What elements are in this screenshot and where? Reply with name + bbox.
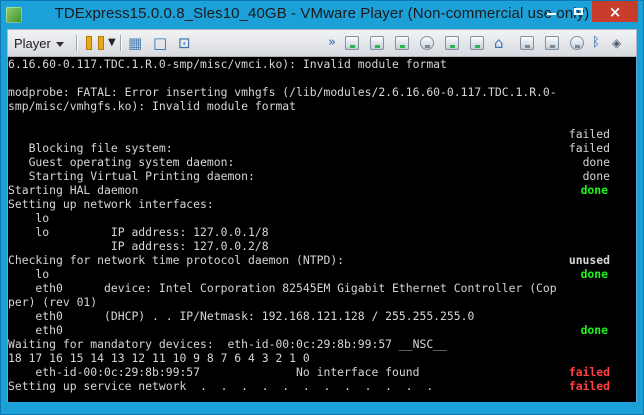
gear-icon[interactable] — [570, 36, 584, 50]
bluetooth-icon[interactable]: ᛒ — [592, 35, 600, 51]
cd-dvd-icon[interactable] — [370, 36, 384, 50]
toolbar-separator — [120, 35, 121, 51]
console-line: IP address: 127.0.0.2/8 — [8, 239, 269, 253]
console-line: eth-id-00:0c:29:8b:99:57 No interface fo… — [8, 365, 420, 379]
console-line: eth0 — [8, 323, 63, 337]
console-line: eth0 (DHCP) . . IP/Netmask: 192.168.121.… — [8, 309, 475, 323]
minimize-button[interactable] — [538, 1, 565, 22]
full-screen-icon[interactable]: ⊡ — [178, 35, 191, 51]
status-text: done — [582, 169, 610, 183]
window-controls: × — [538, 1, 638, 23]
minimize-icon — [547, 13, 556, 15]
console-line: Checking for network time protocol daemo… — [8, 253, 345, 267]
toolbar-separator — [76, 35, 77, 51]
player-menu-button[interactable]: Player — [14, 34, 64, 52]
close-button[interactable]: × — [592, 1, 638, 22]
send-ctrl-alt-del-icon[interactable]: ▦ — [128, 35, 142, 51]
pause-icon-bar — [98, 36, 104, 50]
window-titlebar[interactable]: TDExpress15.0.0.8_Sles10_40GB - VMware P… — [1, 1, 643, 29]
console-line: 18 17 16 15 14 13 12 11 10 9 8 7 6 4 3 2… — [8, 351, 310, 365]
console-line: Setting up network interfaces: — [8, 197, 214, 211]
console-line: Setting up service network . . . . . . .… — [8, 379, 434, 393]
console-line: Blocking file system: — [8, 141, 173, 155]
sound-card-icon[interactable] — [470, 36, 484, 50]
console-line: per) (rev 01) — [8, 295, 98, 309]
console-line: lo — [8, 211, 50, 225]
console-line: lo — [8, 267, 50, 281]
network-adapter-icon[interactable] — [420, 36, 434, 50]
window-bottom-border — [1, 402, 643, 414]
hard-disk-icon[interactable] — [345, 36, 359, 50]
vmware-toolbar: Player ▼ ▦ □ ⊡ » ⌂ ᛒ ◈ — [7, 29, 637, 57]
vmware-player-window: TDExpress15.0.0.8_Sles10_40GB - VMware P… — [0, 0, 644, 415]
player-menu-label: Player — [14, 35, 51, 51]
console-line: Guest operating system daemon: — [8, 155, 235, 169]
pause-icon-bar — [86, 36, 92, 50]
console-line: Waiting for mandatory devices: eth-id-00… — [8, 337, 447, 351]
more-devices-icon[interactable]: » — [328, 35, 336, 51]
status-badge-done: done — [580, 183, 608, 197]
usb-device-icon[interactable] — [445, 36, 459, 50]
fit-guest-icon[interactable]: □ — [153, 35, 167, 51]
chevron-down-icon — [55, 41, 64, 47]
console-line: Starting HAL daemon — [8, 183, 139, 197]
virtual-machine-console[interactable]: 6.16.60-0.117.TDC.1.R.0-smp/misc/vmci.ko… — [7, 57, 637, 402]
console-line: eth0 device: Intel Corporation 82545EM G… — [8, 281, 557, 295]
console-line: 6.16.60-0.117.TDC.1.R.0-smp/misc/vmci.ko… — [8, 57, 447, 71]
status-text: done — [582, 155, 610, 169]
console-line: smp/misc/vmhgfs.ko): Invalid module form… — [8, 99, 297, 113]
status-badge-done: done — [580, 267, 608, 281]
console-line: lo IP address: 127.0.0.1/8 — [8, 225, 269, 239]
close-icon: × — [608, 2, 622, 21]
maximize-button[interactable] — [565, 1, 592, 22]
chevron-down-icon[interactable]: ▼ — [108, 35, 116, 51]
floppy-icon[interactable] — [395, 36, 409, 50]
status-badge-unused: unused — [568, 253, 610, 267]
message-icon[interactable]: ◈ — [612, 35, 621, 51]
display-icon[interactable] — [520, 36, 534, 50]
pause-icon[interactable] — [86, 35, 104, 51]
status-badge-failed: failed — [568, 379, 610, 393]
status-text: failed — [568, 141, 610, 155]
status-text: failed — [568, 127, 610, 141]
monitor-icon[interactable] — [545, 36, 559, 50]
printer-icon[interactable]: ⌂ — [494, 35, 504, 51]
maximize-icon — [574, 8, 583, 15]
console-line: Starting Virtual Printing daemon: — [8, 169, 255, 183]
console-line: modprobe: FATAL: Error inserting vmhgfs … — [8, 85, 557, 99]
status-badge-done: done — [580, 323, 608, 337]
status-badge-failed: failed — [568, 365, 610, 379]
